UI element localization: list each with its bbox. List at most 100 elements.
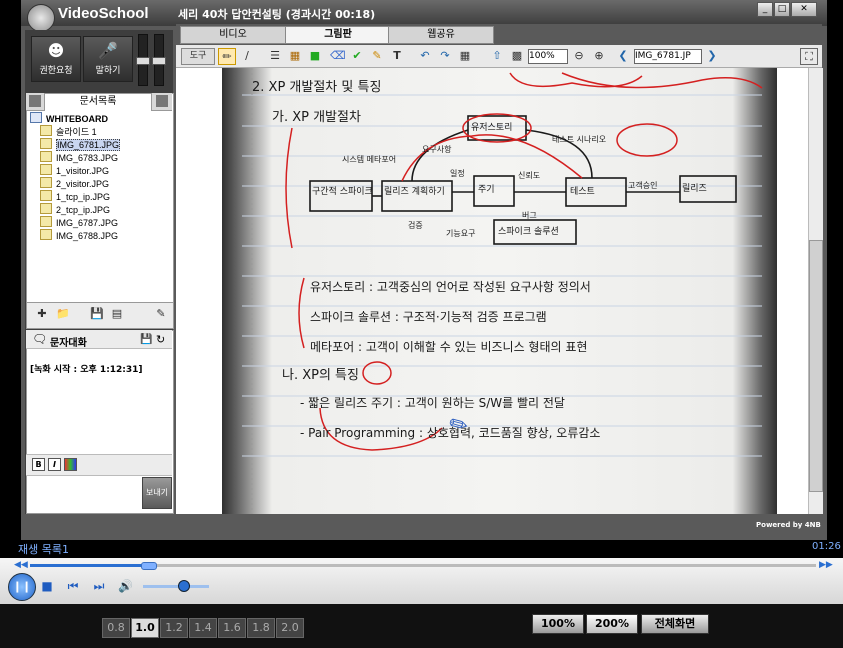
diagram-node: 스파이크 솔루션 bbox=[498, 227, 559, 237]
open-folder-icon[interactable]: 📁 bbox=[56, 308, 70, 320]
speak-button[interactable]: 🎤 말하기 bbox=[83, 36, 133, 82]
new-document-icon[interactable]: ✚ bbox=[35, 308, 49, 320]
tree-item[interactable]: 2_tcp_ip.JPG bbox=[40, 203, 110, 216]
highlighter-icon[interactable]: ✎ bbox=[370, 48, 384, 63]
notebook-bullet: 메타포어 : 고객이 이해할 수 있는 비즈니스 형태의 표현 bbox=[310, 340, 588, 354]
tree-item[interactable]: IMG_6783.JPG bbox=[40, 151, 118, 164]
folder-icon[interactable] bbox=[156, 95, 168, 107]
user-icon[interactable] bbox=[29, 95, 41, 107]
chat-bubble-icon: 🗨 bbox=[32, 332, 48, 346]
text-icon[interactable]: T bbox=[390, 48, 404, 63]
color-picker-icon[interactable] bbox=[64, 458, 77, 471]
previous-icon[interactable]: ⏮ bbox=[66, 579, 80, 593]
file-select[interactable]: IMG_6781.JP bbox=[634, 49, 702, 64]
save-icon[interactable]: 💾 bbox=[90, 308, 104, 320]
mic-volume-slider[interactable] bbox=[136, 34, 150, 86]
tab-1[interactable]: 그림판 bbox=[285, 26, 391, 44]
tree-item[interactable]: 1_visitor.JPG bbox=[40, 164, 109, 177]
speed-button[interactable]: 1.0 bbox=[131, 618, 159, 638]
zoom-out-icon[interactable]: ⊖ bbox=[572, 48, 586, 63]
fullscreen-icon[interactable]: ⛶ bbox=[800, 48, 818, 65]
scrollbar-thumb[interactable] bbox=[809, 240, 823, 492]
speed-button[interactable]: 1.6 bbox=[218, 618, 246, 638]
slider-knob[interactable] bbox=[136, 57, 150, 65]
speaker-volume-slider[interactable] bbox=[152, 34, 166, 86]
speed-button[interactable]: 1.2 bbox=[160, 618, 188, 638]
bold-button[interactable]: B bbox=[32, 458, 45, 471]
playlist-label[interactable]: 재생 목록1 bbox=[18, 541, 69, 557]
slider-knob[interactable] bbox=[152, 57, 166, 65]
pen-icon[interactable]: ✏ bbox=[218, 48, 236, 65]
diagram-label: 일정 bbox=[450, 169, 465, 178]
line-width-icon[interactable]: ☰ bbox=[268, 48, 282, 63]
diagram-node: 테스트 bbox=[570, 187, 595, 197]
chat-input[interactable] bbox=[27, 476, 139, 510]
speed-button[interactable]: 0.8 bbox=[102, 618, 130, 638]
diagram-label: 신뢰도 bbox=[518, 171, 541, 180]
tree-item[interactable]: IMG_6781.JPG bbox=[40, 138, 121, 151]
document-icon bbox=[40, 138, 52, 149]
stop-icon[interactable]: ■ bbox=[40, 579, 54, 593]
maximize-button[interactable]: □ bbox=[774, 2, 790, 17]
pause-button[interactable]: ❙❙ bbox=[8, 573, 36, 601]
microphone-icon: 🎤 bbox=[98, 41, 118, 60]
layout-icon[interactable]: ▩ bbox=[510, 48, 524, 63]
tree-item-label: IMG_6787.JPG bbox=[56, 218, 119, 228]
diagram-node: 유저스토리 bbox=[471, 123, 513, 133]
previous-page-icon[interactable]: ❮ bbox=[617, 48, 629, 63]
save-chat-icon[interactable]: 💾 bbox=[140, 334, 152, 345]
check-icon[interactable]: ✔ bbox=[350, 48, 364, 63]
tab-document-list[interactable]: 문서목록 bbox=[44, 93, 152, 111]
minimize-button[interactable]: _ bbox=[757, 2, 773, 17]
speed-button[interactable]: 1.4 bbox=[189, 618, 217, 638]
volume-icon[interactable]: 🔊 bbox=[118, 579, 133, 593]
tree-root[interactable]: WHITEBOARD bbox=[30, 112, 108, 125]
view-zoom-button[interactable]: 전체화면 bbox=[641, 614, 709, 634]
tree-item[interactable]: 1_tcp_ip.JPG bbox=[40, 190, 110, 203]
next-icon[interactable]: ⏭ bbox=[92, 579, 106, 593]
fill-icon[interactable]: ■ bbox=[308, 48, 322, 63]
document-icon bbox=[40, 203, 52, 214]
zoom-in-icon[interactable]: ⊕ bbox=[592, 48, 606, 63]
diagram-node: 주기 bbox=[478, 185, 495, 195]
tree-item-label: IMG_6788.JPG bbox=[56, 231, 119, 241]
line-icon[interactable]: ∕ bbox=[240, 48, 254, 63]
tab-2[interactable]: 웹공유 bbox=[388, 26, 494, 44]
speed-button[interactable]: 1.8 bbox=[247, 618, 275, 638]
close-button[interactable]: ✕ bbox=[791, 2, 817, 17]
diagram-node: 릴리즈 bbox=[682, 184, 707, 194]
next-page-icon[interactable]: ❯ bbox=[706, 48, 718, 63]
tree-item[interactable]: IMG_6787.JPG bbox=[40, 216, 118, 229]
rewind-icon[interactable]: ◀◀ bbox=[14, 560, 28, 570]
volume-thumb[interactable] bbox=[177, 580, 190, 592]
chat-title: 문자대화 bbox=[50, 338, 87, 349]
refresh-icon[interactable]: ↻ bbox=[156, 333, 165, 346]
upload-icon[interactable]: ⇧ bbox=[490, 48, 504, 63]
tree-item[interactable]: 슬라이드 1 bbox=[40, 125, 97, 138]
speed-button[interactable]: 2.0 bbox=[276, 618, 304, 638]
redo-icon[interactable]: ↷ bbox=[438, 48, 452, 63]
tree-item[interactable]: IMG_6788.JPG bbox=[40, 229, 118, 242]
fast-forward-icon[interactable]: ▶▶ bbox=[819, 560, 833, 570]
tree-item[interactable]: 2_visitor.JPG bbox=[40, 177, 109, 190]
edit-icon[interactable]: ✎ bbox=[154, 308, 168, 320]
send-button[interactable]: 보내기 bbox=[142, 477, 172, 509]
tree-item-label: 1_tcp_ip.JPG bbox=[56, 192, 111, 202]
progress-thumb[interactable] bbox=[140, 562, 157, 570]
zoom-select[interactable]: 100% bbox=[528, 49, 568, 64]
view-zoom-button[interactable]: 200% bbox=[586, 614, 638, 634]
view-zoom-button[interactable]: 100% bbox=[532, 614, 584, 634]
document-icon bbox=[40, 164, 52, 175]
list-icon[interactable]: ▤ bbox=[110, 308, 124, 320]
grid-icon[interactable]: ▦ bbox=[288, 48, 302, 63]
italic-button[interactable]: I bbox=[48, 458, 61, 471]
volume-track[interactable] bbox=[143, 585, 209, 588]
tools-button[interactable]: 도구 bbox=[181, 48, 215, 65]
table-icon[interactable]: ▦ bbox=[458, 48, 472, 63]
eraser-icon[interactable]: ⌫ bbox=[330, 48, 346, 63]
tab-0[interactable]: 비디오 bbox=[180, 26, 286, 44]
diagram-label: 검증 bbox=[408, 221, 423, 230]
tree-item-label: 2_tcp_ip.JPG bbox=[56, 205, 111, 215]
request-permission-button[interactable]: ☻ 권한요청 bbox=[31, 36, 81, 82]
undo-icon[interactable]: ↶ bbox=[418, 48, 432, 63]
